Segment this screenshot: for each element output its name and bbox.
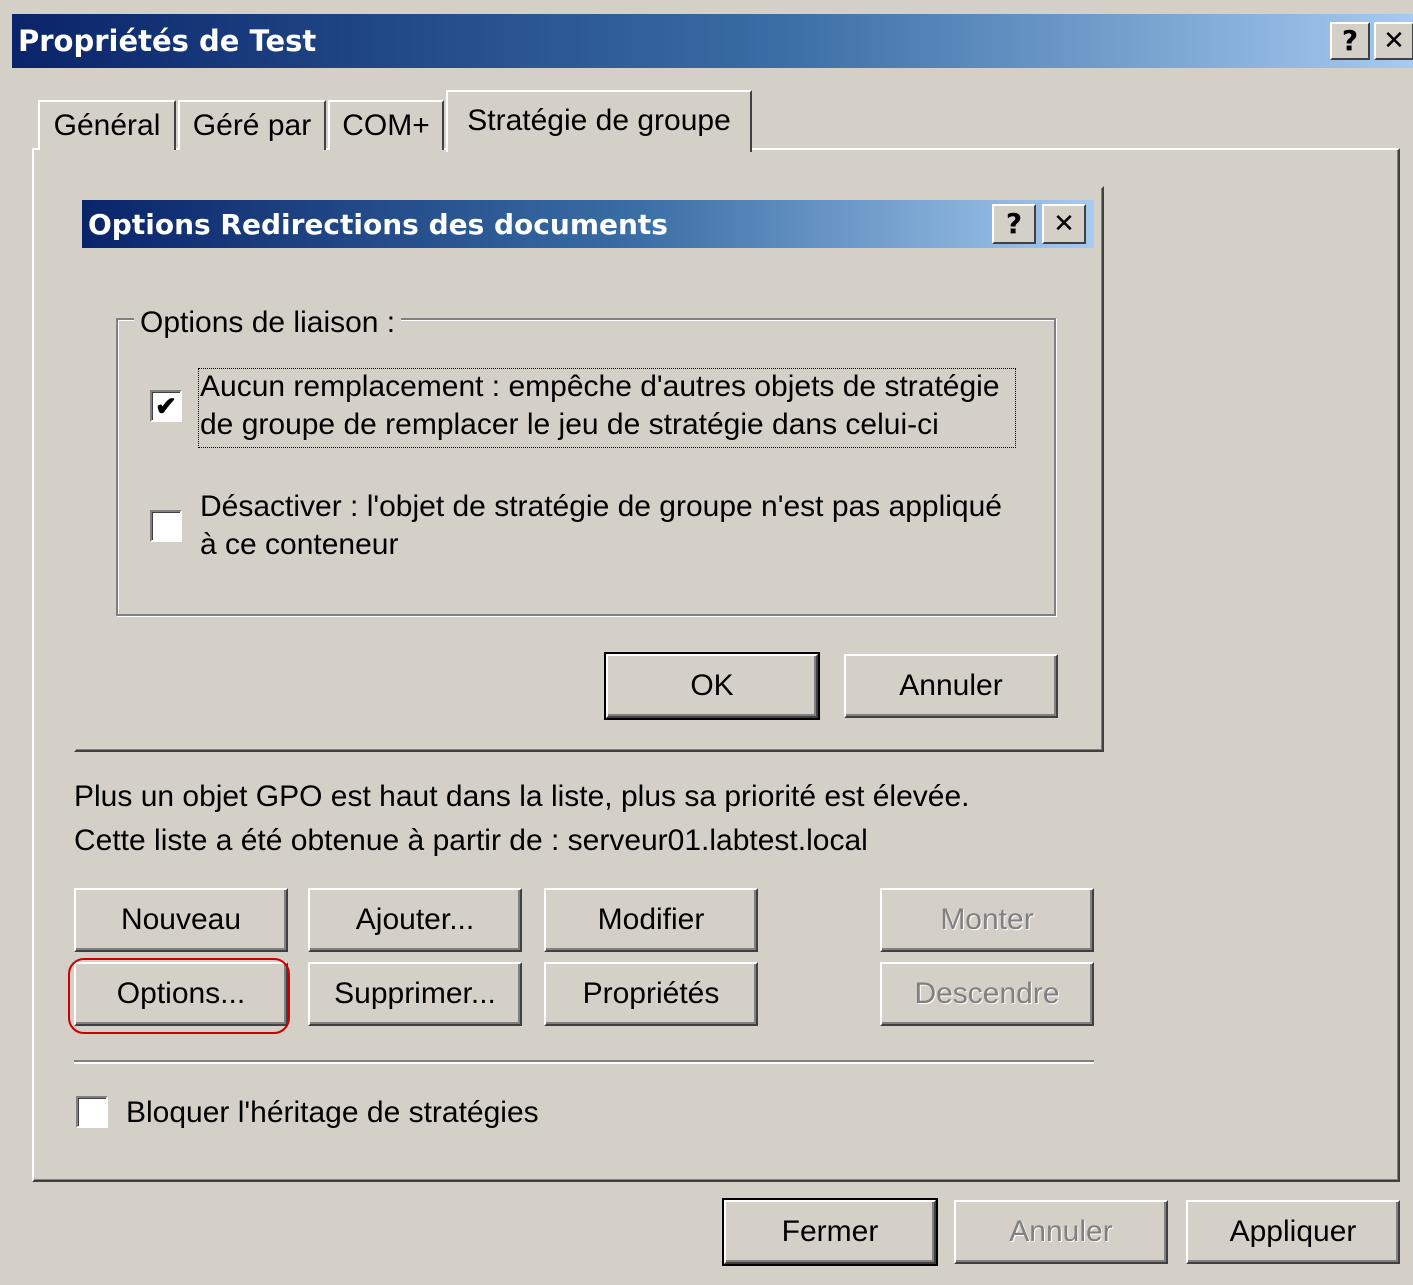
priority-info-text: Plus un objet GPO est haut dans la liste… (74, 780, 970, 813)
tab-strategie-de-groupe[interactable]: Stratégie de groupe (446, 90, 752, 152)
close-icon: ✕ (1383, 26, 1405, 56)
window-title-bar[interactable]: Propriétés de Test ? ✕ (12, 14, 1413, 68)
close-button[interactable]: ✕ (1374, 22, 1413, 60)
properties-window: Propriétés de Test ? ✕ Général Géré par … (0, 0, 1413, 1285)
block-inheritance-checkbox[interactable] (76, 1096, 108, 1128)
tab-gere-par[interactable]: Géré par (178, 100, 326, 150)
help-button[interactable]: ? (1330, 22, 1370, 60)
tab-com-plus[interactable]: COM+ (328, 100, 444, 150)
link-options-group-label: Options de liaison : (134, 306, 402, 340)
ok-button[interactable]: OK (604, 652, 820, 720)
dialog-title: Options Redirections des documents (88, 208, 668, 241)
tab-general[interactable]: Général (38, 100, 176, 150)
dialog-cancel-button[interactable]: Annuler (844, 654, 1058, 718)
dialog-help-button[interactable]: ? (992, 204, 1036, 244)
no-override-label-line1: Aucun remplacement : empêche d'autres ob… (200, 370, 1000, 403)
options-dialog: Options Redirections des documents ? ✕ O… (74, 186, 1104, 752)
separator (74, 1060, 1094, 1064)
dialog-title-bar[interactable]: Options Redirections des documents ? ✕ (82, 200, 1094, 248)
new-button[interactable]: Nouveau (74, 888, 288, 952)
edit-button[interactable]: Modifier (544, 888, 758, 952)
move-up-button[interactable]: Monter (880, 888, 1094, 952)
add-button[interactable]: Ajouter... (308, 888, 522, 952)
close-icon: ✕ (1053, 209, 1075, 239)
dialog-close-button[interactable]: ✕ (1042, 204, 1086, 244)
apply-button[interactable]: Appliquer (1186, 1200, 1400, 1264)
highlight-ring (68, 958, 290, 1034)
no-override-checkbox[interactable]: ✔ (150, 390, 182, 422)
no-override-label-line2: de groupe de remplacer le jeu de stratég… (200, 408, 939, 441)
help-icon: ? (1005, 207, 1023, 240)
source-info-text: Cette liste a été obtenue à partir de : … (74, 824, 868, 857)
link-options-group (116, 318, 1056, 616)
window-title: Propriétés de Test (18, 24, 317, 58)
help-icon: ? (1341, 24, 1359, 57)
disable-label-line2: à ce conteneur (200, 528, 399, 561)
properties-button[interactable]: Propriétés (544, 962, 758, 1026)
move-down-button[interactable]: Descendre (880, 962, 1094, 1026)
disable-label-line1: Désactiver : l'objet de stratégie de gro… (200, 490, 1002, 523)
cancel-main-button[interactable]: Annuler (954, 1200, 1168, 1264)
block-inheritance-label[interactable]: Bloquer l'héritage de stratégies (126, 1096, 539, 1130)
disable-checkbox[interactable] (150, 510, 182, 542)
delete-button[interactable]: Supprimer... (308, 962, 522, 1026)
close-dialog-button[interactable]: Fermer (722, 1198, 938, 1266)
